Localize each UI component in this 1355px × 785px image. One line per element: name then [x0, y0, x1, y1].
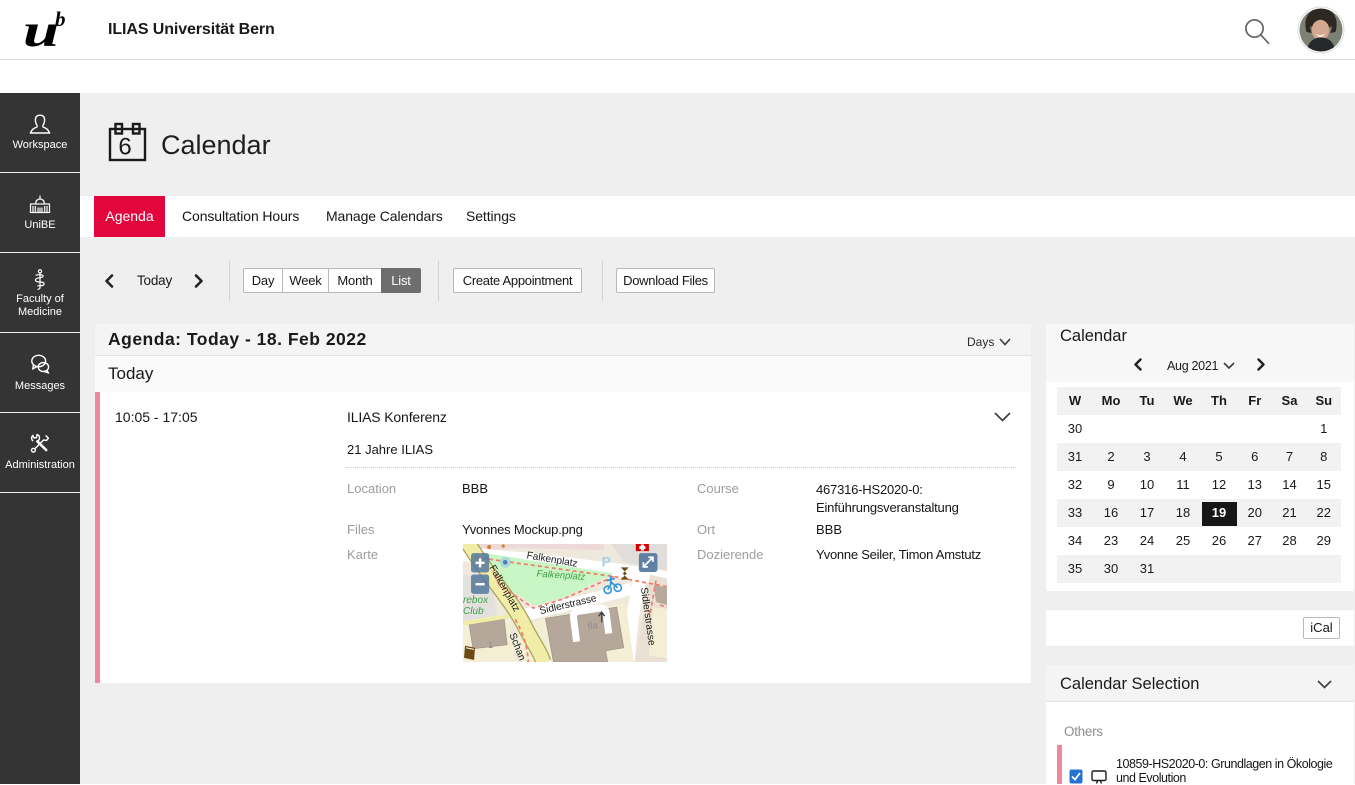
svg-text:Club: Club	[463, 606, 484, 617]
svg-text:6a: 6a	[588, 620, 599, 630]
svg-text:1: 1	[488, 640, 493, 650]
svg-text:rebox: rebox	[463, 595, 489, 606]
svg-text:6: 6	[118, 134, 131, 161]
svg-text:P: P	[602, 553, 611, 569]
